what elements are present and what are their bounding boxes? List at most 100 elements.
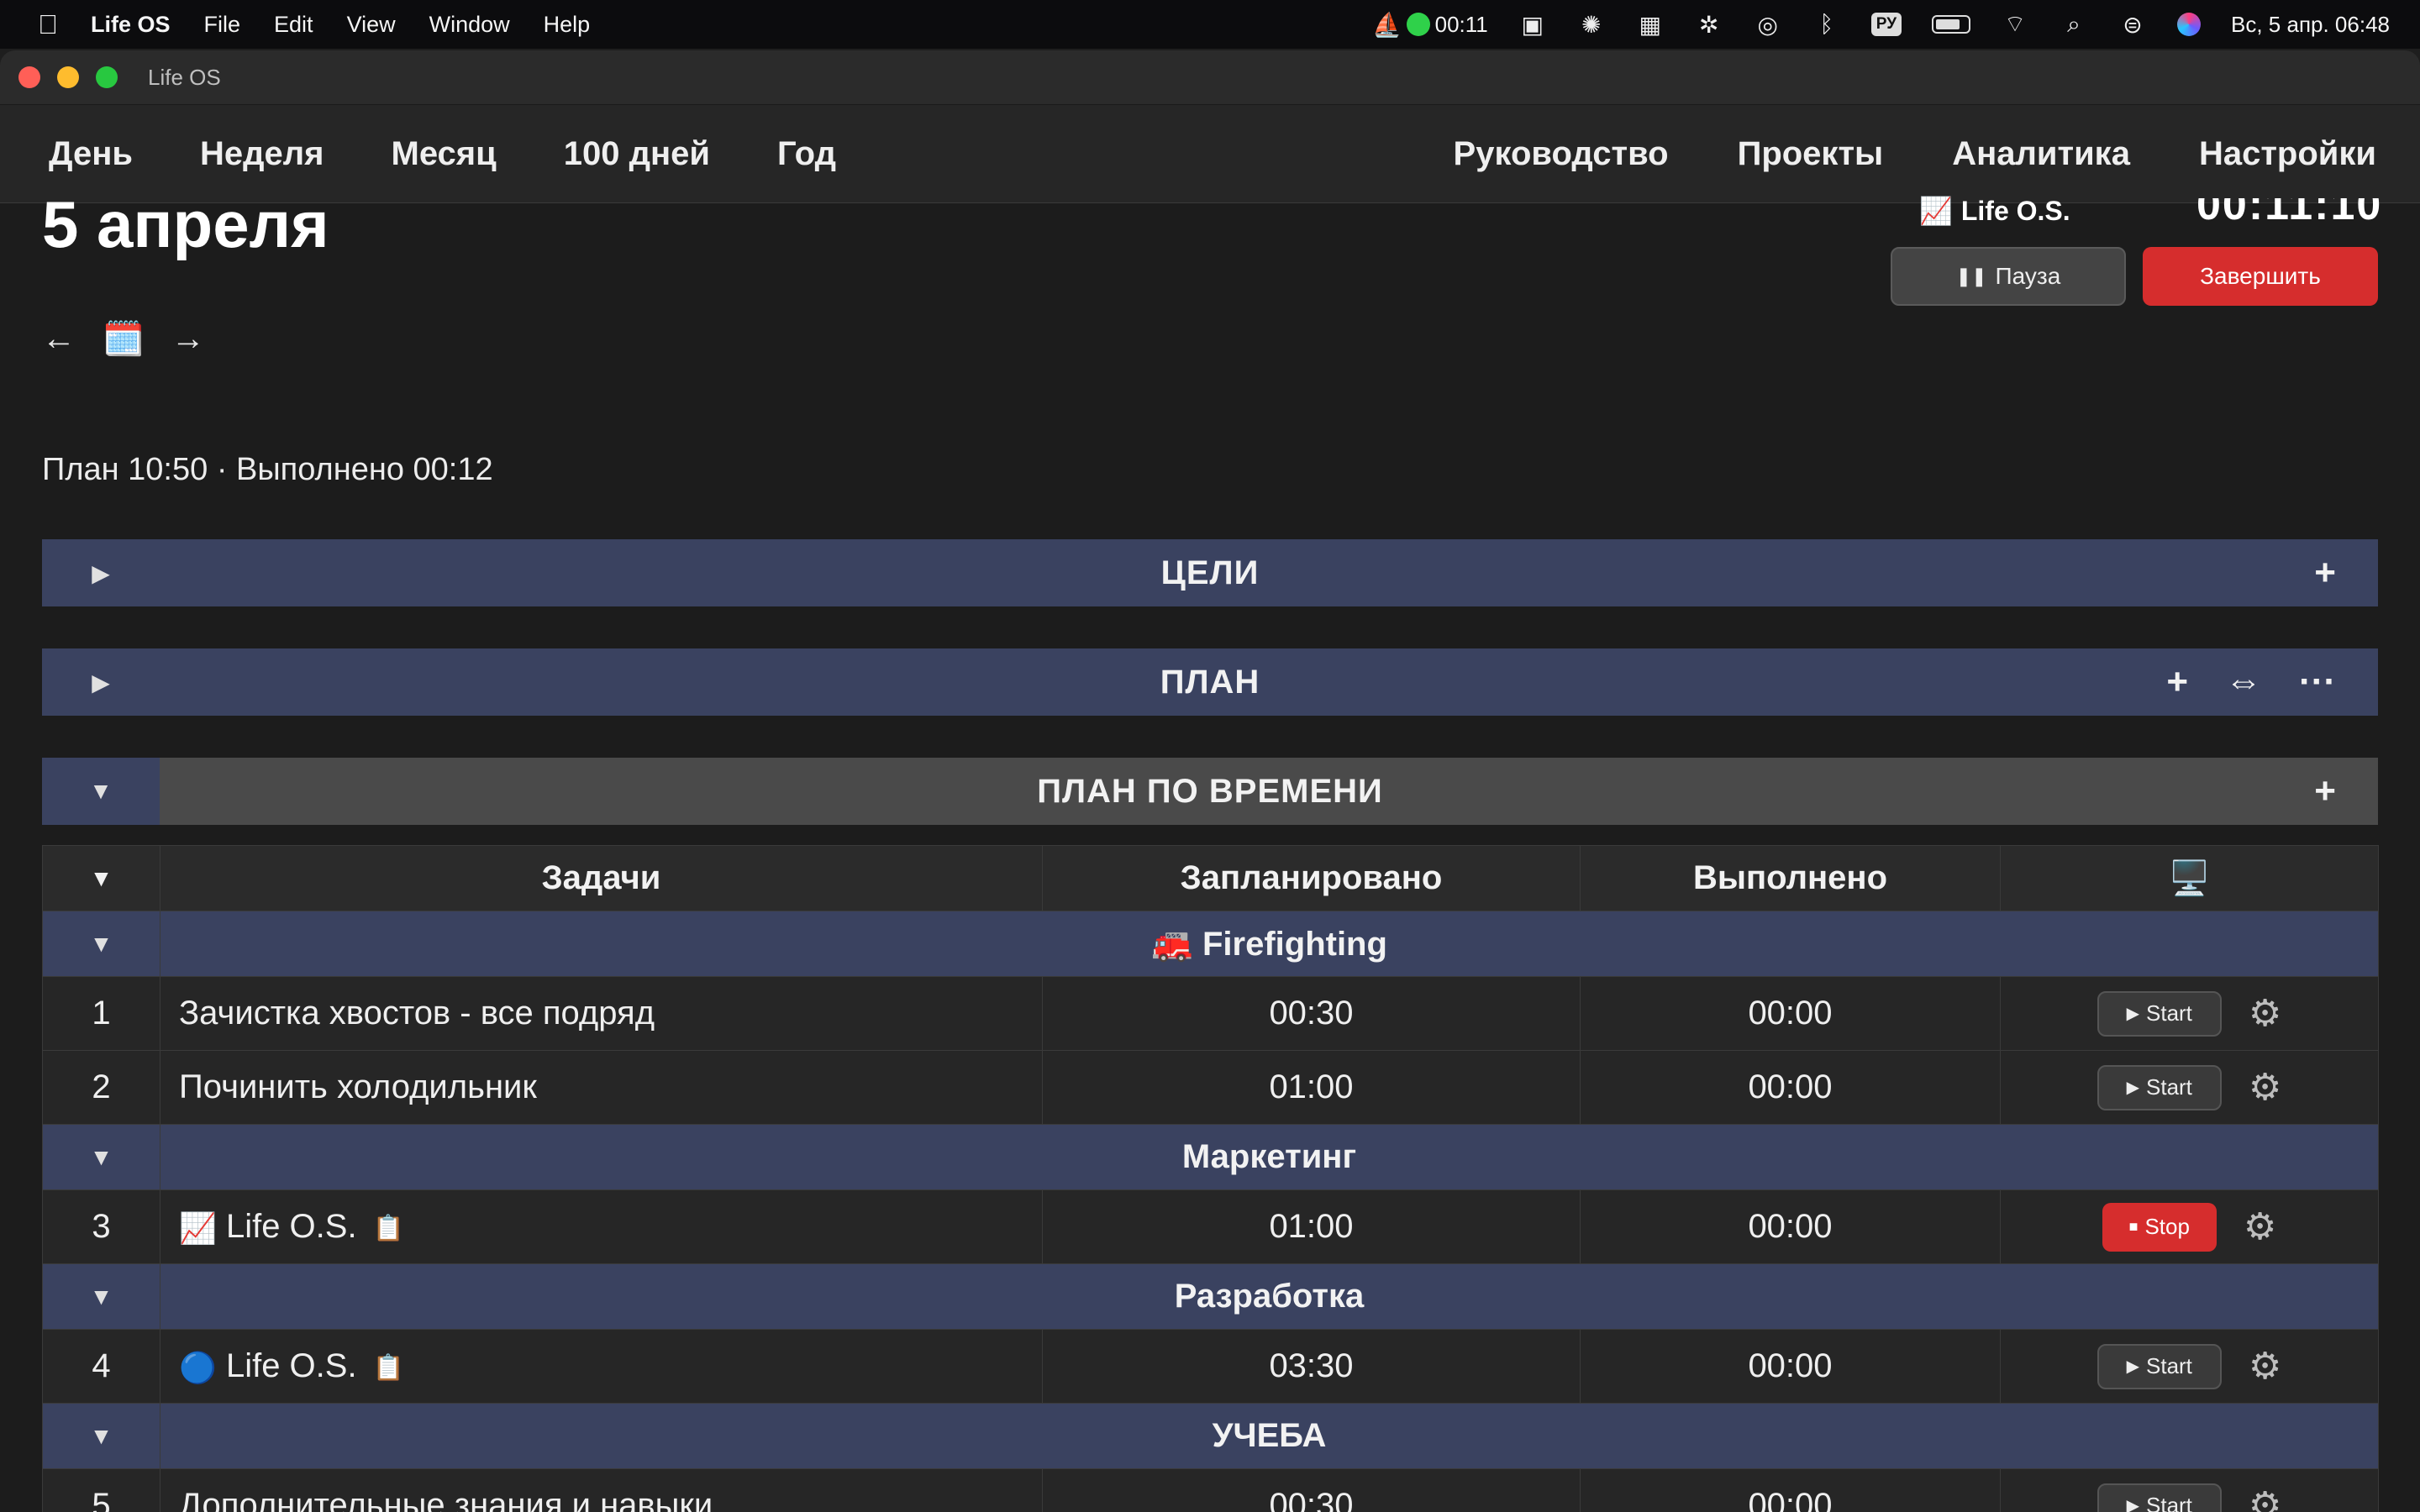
nav-month[interactable]: Месяц	[392, 135, 497, 173]
group-title: Разработка	[160, 1263, 2379, 1330]
nav-analytics[interactable]: Аналитика	[1952, 135, 2130, 173]
task-planned: 01:00	[1042, 1189, 1581, 1264]
gear-icon[interactable]: ⚙	[2244, 1205, 2276, 1248]
wifi-icon[interactable]: ⌔	[2001, 10, 2029, 39]
nav-year[interactable]: Год	[777, 135, 836, 173]
task-controls: ▶ Start ⚙	[2000, 976, 2379, 1051]
control-center-icon[interactable]: ⊜	[2118, 10, 2147, 39]
nav-settings[interactable]: Настройки	[2199, 135, 2376, 173]
siri-icon[interactable]	[2177, 13, 2202, 36]
gear-icon[interactable]: ⚙	[2249, 1345, 2281, 1388]
collapse-time-plan-toggle[interactable]: ▼	[42, 778, 160, 805]
start-button[interactable]: ▶ Start	[2096, 1064, 2222, 1110]
status-timer-value: 00:11	[1434, 11, 1488, 37]
task-number: 1	[42, 976, 160, 1051]
menu-window[interactable]: Window	[429, 12, 510, 38]
group-title: 🚒 Firefighting	[160, 911, 2379, 977]
column-done[interactable]: Выполнено	[1580, 845, 2001, 911]
task-name-cell[interactable]: 📈 Life O.S. 📋	[160, 1189, 1043, 1264]
spotlight-search-icon[interactable]: ⌕	[2060, 10, 2088, 39]
group-toggle[interactable]: ▼	[42, 911, 160, 977]
section-plan-title: ПЛАН	[1160, 663, 1260, 701]
expand-plan-toggle[interactable]: ▶	[42, 669, 160, 696]
gear-icon[interactable]: ⚙	[2249, 1066, 2281, 1109]
close-window-button[interactable]	[18, 66, 40, 88]
bluetooth-icon[interactable]: ᛒ	[1812, 10, 1841, 39]
start-button[interactable]: ▶ Start	[2096, 990, 2222, 1037]
tasks-table: ▼ Задачи Запланировано Выполнено 🖥️ ▼ 🚒 …	[42, 845, 2379, 1512]
add-time-plan-plus-icon[interactable]: +	[2314, 770, 2336, 812]
expand-goals-toggle[interactable]: ▶	[42, 559, 160, 587]
table-row: 5 Дополнительные знания и навыки 00:30 0…	[42, 1468, 2379, 1512]
bug-icon[interactable]: ✲	[1695, 10, 1723, 39]
column-planned[interactable]: Запланировано	[1042, 845, 1581, 911]
gear-icon[interactable]: ⚙	[2249, 1484, 2281, 1512]
minimize-window-button[interactable]	[57, 66, 79, 88]
zoom-window-button[interactable]	[96, 66, 118, 88]
clipboard-icon[interactable]: 📋	[373, 1215, 404, 1242]
menu-help[interactable]: Help	[544, 12, 591, 38]
start-button[interactable]: ▶ Start	[2096, 1343, 2222, 1389]
clipboard-icon[interactable]: 📋	[373, 1354, 404, 1382]
add-goal-plus-icon[interactable]: +	[2314, 552, 2336, 594]
nav-guide[interactable]: Руководство	[1454, 135, 1669, 173]
swirl-icon[interactable]: ◎	[1754, 10, 1782, 39]
calendar-icon[interactable]: 🗓️	[103, 319, 145, 359]
menu-app-name[interactable]: Life OS	[91, 12, 171, 38]
task-name[interactable]: Дополнительные знания и навыки	[160, 1468, 1043, 1512]
window-titlebar: Life OS	[0, 50, 2420, 105]
layout-icon[interactable]: ▦	[1636, 10, 1665, 39]
task-number: 3	[42, 1189, 160, 1264]
keyboard-layout-badge[interactable]: РУ	[1870, 13, 1902, 36]
task-name-cell[interactable]: 🔵 Life O.S. 📋	[160, 1329, 1043, 1404]
group-row-marketing: ▼ Маркетинг	[42, 1124, 2379, 1190]
play-icon: ▶	[2126, 1005, 2139, 1023]
more-dots-icon[interactable]: ···	[2299, 661, 2336, 703]
section-time-plan-actions: +	[2314, 770, 2336, 812]
status-timer[interactable]: ⛵ 00:11	[1372, 10, 1488, 39]
menu-edit[interactable]: Edit	[274, 12, 313, 38]
menu-view[interactable]: View	[347, 12, 396, 38]
task-name[interactable]: Починить холодильник	[160, 1050, 1043, 1125]
cube-icon[interactable]: ▣	[1518, 10, 1547, 39]
next-day-arrow-icon[interactable]: →	[171, 320, 205, 358]
section-time-plan-header-fill	[160, 758, 2378, 825]
openai-icon[interactable]: ✺	[1577, 10, 1606, 39]
group-row-development: ▼ Разработка	[42, 1263, 2379, 1330]
main-nav: День Неделя Месяц 100 дней Год Руководст…	[0, 105, 2420, 203]
resize-arrows-icon[interactable]: ⇔	[2225, 661, 2262, 703]
table-row: 2 Починить холодильник 01:00 00:00 ▶ Star…	[42, 1050, 2379, 1125]
finish-button[interactable]: Завершить	[2143, 247, 2378, 306]
stop-button[interactable]: ■ Stop	[2102, 1202, 2217, 1252]
menu-file[interactable]: File	[204, 12, 241, 38]
pause-button[interactable]: ❚❚ Пауза	[1891, 247, 2126, 306]
active-timer-project: 📈 Life O.S.	[1919, 195, 2070, 227]
group-toggle[interactable]: ▼	[42, 1403, 160, 1469]
gear-icon[interactable]: ⚙	[2249, 992, 2281, 1035]
group-toggle[interactable]: ▼	[42, 1263, 160, 1330]
nav-week[interactable]: Неделя	[200, 135, 324, 173]
apple-icon[interactable]: 	[35, 9, 60, 40]
section-plan: ▶ ПЛАН + ⇔ ···	[42, 648, 2378, 716]
nav-projects[interactable]: Проекты	[1738, 135, 1884, 173]
section-goals-actions: +	[2314, 552, 2336, 594]
start-button[interactable]: ▶ Start	[2096, 1483, 2222, 1512]
start-label: Start	[2146, 1493, 2192, 1512]
status-datetime[interactable]: Вс, 5 апр. 06:48	[2231, 12, 2390, 38]
monitor-icon[interactable]: 🖥️	[2000, 845, 2379, 911]
nav-day[interactable]: День	[49, 135, 133, 173]
add-plan-plus-icon[interactable]: +	[2166, 661, 2188, 703]
column-tasks[interactable]: Задачи	[160, 845, 1043, 911]
group-toggle[interactable]: ▼	[42, 1124, 160, 1190]
sailboat-icon: ⛵	[1372, 11, 1402, 38]
collapse-all-toggle[interactable]: ▼	[42, 845, 160, 911]
nav-100-days[interactable]: 100 дней	[564, 135, 710, 173]
task-controls: ▶ Start ⚙	[2000, 1329, 2379, 1404]
task-name[interactable]: Зачистка хвостов - все подряд	[160, 976, 1043, 1051]
prev-day-arrow-icon[interactable]: ←	[42, 320, 76, 358]
battery-icon[interactable]	[1932, 15, 1971, 34]
active-timer-project-name: Life O.S.	[1960, 195, 2070, 226]
date-navigation: ← 🗓️ →	[42, 319, 205, 359]
stop-label: Stop	[2144, 1214, 2190, 1239]
task-controls: ▶ Start ⚙	[2000, 1050, 2379, 1125]
